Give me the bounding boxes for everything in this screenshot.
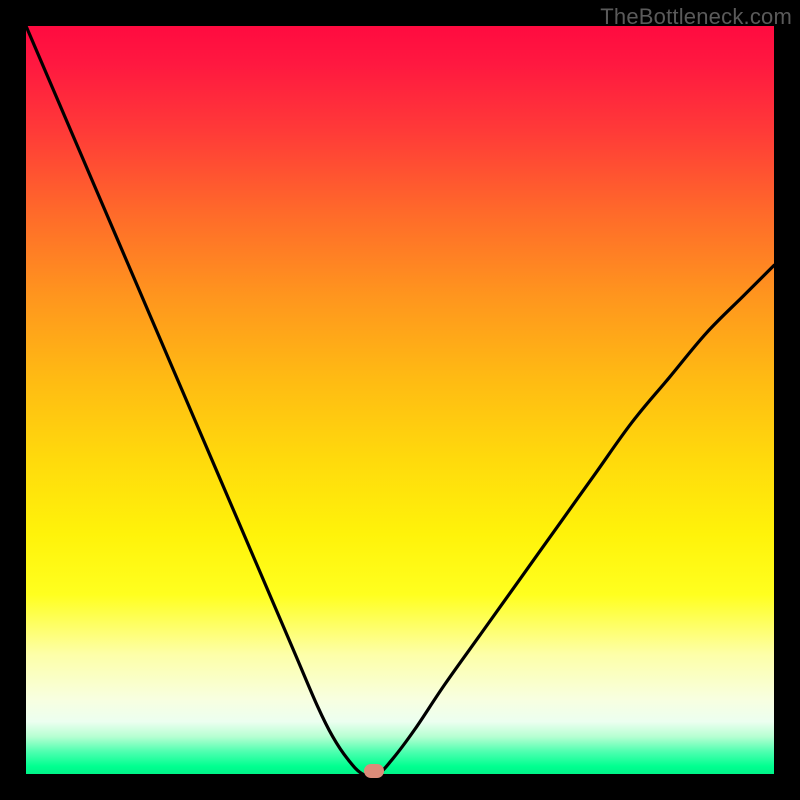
optimal-point-marker bbox=[364, 764, 384, 778]
chart-frame: TheBottleneck.com bbox=[0, 0, 800, 800]
chart-plot-area bbox=[26, 26, 774, 774]
bottleneck-curve bbox=[26, 26, 774, 774]
watermark-text: TheBottleneck.com bbox=[600, 4, 792, 30]
